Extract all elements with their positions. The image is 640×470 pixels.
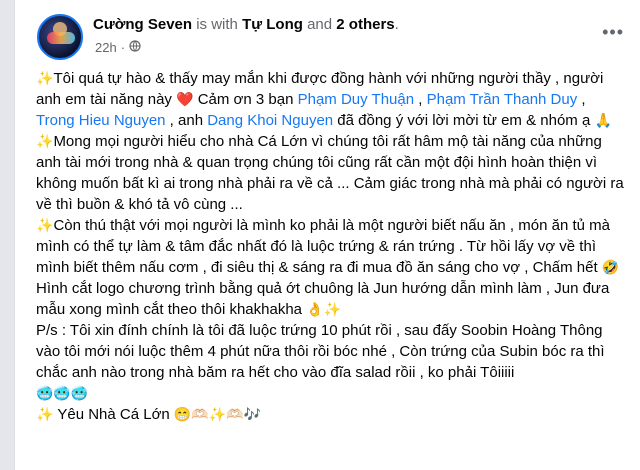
cold-face-icons: 🥶🥶🥶 (36, 385, 89, 401)
paragraph-3: ✨Còn thú thật với mọi người là mình ko p… (36, 215, 626, 278)
post-time[interactable]: 22h (95, 40, 117, 55)
paragraph-6: ✨ Yêu Nhà Cá Lớn 😁🫶🏻✨🫶🏻🎶 (36, 404, 626, 425)
paragraph-1: ✨Tôi quá tự hào & thấy may mắn khi được … (36, 68, 626, 131)
rofl-icon: 🤣 (601, 259, 620, 275)
more-options-icon[interactable]: ••• (602, 22, 624, 43)
sep-2: , (577, 91, 586, 108)
pray-icon: 🙏 (594, 112, 612, 128)
tagged-person[interactable]: Tự Long (242, 16, 303, 33)
sparkles-icon: ✨ (36, 133, 54, 149)
mention-3[interactable]: Trong Hieu Nguyen (36, 112, 166, 129)
mention-1[interactable]: Phạm Duy Thuận (298, 91, 414, 108)
sparkles-icon: ✨ (36, 70, 54, 86)
p1-text-c: đã đồng ý với lời mời từ em & nhóm ạ (333, 112, 591, 129)
author-avatar[interactable] (37, 14, 83, 60)
heart-icon: ❤️ (176, 91, 194, 107)
p1-text-b: Cảm ơn 3 bạn (193, 91, 298, 108)
mention-2[interactable]: Phạm Trần Thanh Duy (427, 91, 578, 108)
and-text: and (302, 16, 337, 33)
sparkles-icon: ✨ (36, 217, 54, 233)
mention-4[interactable]: Dang Khoi Nguyen (207, 112, 333, 129)
tail-emoji-icons: 😁🫶🏻✨🫶🏻🎶 (173, 406, 262, 422)
period: . (394, 16, 399, 33)
post-header: Cường Seven is with Tự Long and 2 others… (93, 16, 399, 33)
paragraph-2: ✨Mong mọi người hiểu cho nhà Cá Lớn vì c… (36, 131, 626, 215)
post-body: ✨Tôi quá tự hào & thấy may mắn khi được … (36, 68, 626, 425)
avatar-glow (47, 32, 75, 44)
post-card: Cường Seven is with Tự Long and 2 others… (14, 0, 640, 470)
p2-text: Mong mọi người hiểu cho nhà Cá Lớn vì ch… (36, 133, 624, 213)
sparkles-icon: ✨ (323, 301, 342, 317)
p3-text: Còn thú thật với mọi người là mình ko ph… (36, 217, 610, 276)
paragraph-cold: 🥶🥶🥶 (36, 383, 626, 404)
p5-text: P/s : Tôi xin đính chính là tôi đã luộc … (36, 322, 605, 381)
sep-3: , anh (165, 112, 208, 129)
tagged-others[interactable]: 2 others (336, 16, 394, 33)
ok-hand-icon: 👌 (306, 301, 324, 317)
with-text: is with (192, 16, 243, 33)
paragraph-4: Hình cắt logo chương trình bằng quả ớt c… (36, 278, 626, 320)
globe-icon[interactable] (129, 40, 141, 55)
sparkles-icon: ✨ (36, 406, 54, 422)
author-name[interactable]: Cường Seven (93, 16, 192, 33)
paragraph-5: P/s : Tôi xin đính chính là tôi đã luộc … (36, 320, 626, 383)
sep-1: , (414, 91, 427, 108)
post-meta: 22h · (95, 40, 141, 55)
p6-text: Yêu Nhà Cá Lớn (57, 406, 170, 423)
meta-dot: · (120, 40, 126, 55)
